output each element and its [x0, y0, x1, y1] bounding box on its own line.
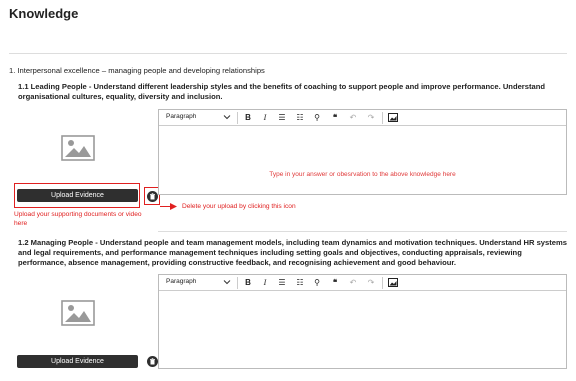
toolbar-separator [382, 112, 383, 124]
delete-annotation: Delete your upload by clicking this icon [182, 203, 296, 210]
page-title: Knowledge [9, 6, 79, 21]
editor-body[interactable]: Type in your answer or obesrvation to th… [159, 126, 566, 194]
numbered-list-icon[interactable]: ☷ [295, 113, 305, 123]
italic-icon[interactable]: I [260, 278, 270, 288]
image-placeholder-icon [61, 135, 95, 161]
toolbar-separator [237, 277, 238, 289]
image-icon[interactable] [388, 113, 398, 122]
undo-icon[interactable]: ↶ [348, 278, 358, 288]
item-title-1-2: 1.2 Managing People - Understand people … [18, 238, 567, 267]
bold-icon[interactable]: B [243, 113, 253, 123]
editor-toolbar: Paragraph B I ☰ ☷ ⚲ ❝ ↶ ↷ [159, 275, 566, 291]
delete-upload-button[interactable] [147, 191, 158, 202]
item-title-1-1: 1.1 Leading People - Understand differen… [18, 82, 546, 101]
numbered-list-icon[interactable]: ☷ [295, 278, 305, 288]
editor-body[interactable] [159, 291, 566, 368]
upload-annotation: Upload your supporting documents or vide… [14, 211, 142, 227]
chevron-down-icon[interactable] [223, 113, 231, 121]
section-title: 1. Interpersonal excellence – managing p… [9, 66, 265, 75]
delete-upload-button[interactable] [147, 356, 158, 367]
redo-icon[interactable]: ↷ [366, 278, 376, 288]
answer-editor-1: Paragraph B I ☰ ☷ ⚲ ❝ ↶ ↷ Type in your a… [158, 109, 567, 195]
trash-icon [150, 193, 155, 200]
editor-toolbar: Paragraph B I ☰ ☷ ⚲ ❝ ↶ ↷ [159, 110, 566, 126]
toolbar-separator [237, 112, 238, 124]
link-icon[interactable]: ⚲ [312, 113, 322, 123]
bold-icon[interactable]: B [243, 278, 253, 288]
upload-evidence-button[interactable]: Upload Evidence [17, 189, 138, 202]
italic-icon[interactable]: I [260, 113, 270, 123]
divider [158, 231, 567, 232]
editor-hint: Type in your answer or obesrvation to th… [269, 171, 456, 178]
undo-icon[interactable]: ↶ [348, 113, 358, 123]
image-placeholder-icon [61, 300, 95, 326]
quote-icon[interactable]: ❝ [330, 278, 340, 288]
arrow-head-icon [170, 203, 177, 210]
quote-icon[interactable]: ❝ [330, 113, 340, 123]
chevron-down-icon[interactable] [223, 278, 231, 286]
redo-icon[interactable]: ↷ [366, 113, 376, 123]
answer-editor-2: Paragraph B I ☰ ☷ ⚲ ❝ ↶ ↷ [158, 274, 567, 369]
format-select[interactable]: Paragraph [166, 113, 196, 120]
toolbar-separator [382, 277, 383, 289]
trash-icon [150, 358, 155, 365]
format-select[interactable]: Paragraph [166, 278, 196, 285]
bullet-list-icon[interactable]: ☰ [277, 278, 287, 288]
upload-evidence-button[interactable]: Upload Evidence [17, 355, 138, 368]
bullet-list-icon[interactable]: ☰ [277, 113, 287, 123]
image-icon[interactable] [388, 278, 398, 287]
link-icon[interactable]: ⚲ [312, 278, 322, 288]
divider [9, 53, 567, 54]
